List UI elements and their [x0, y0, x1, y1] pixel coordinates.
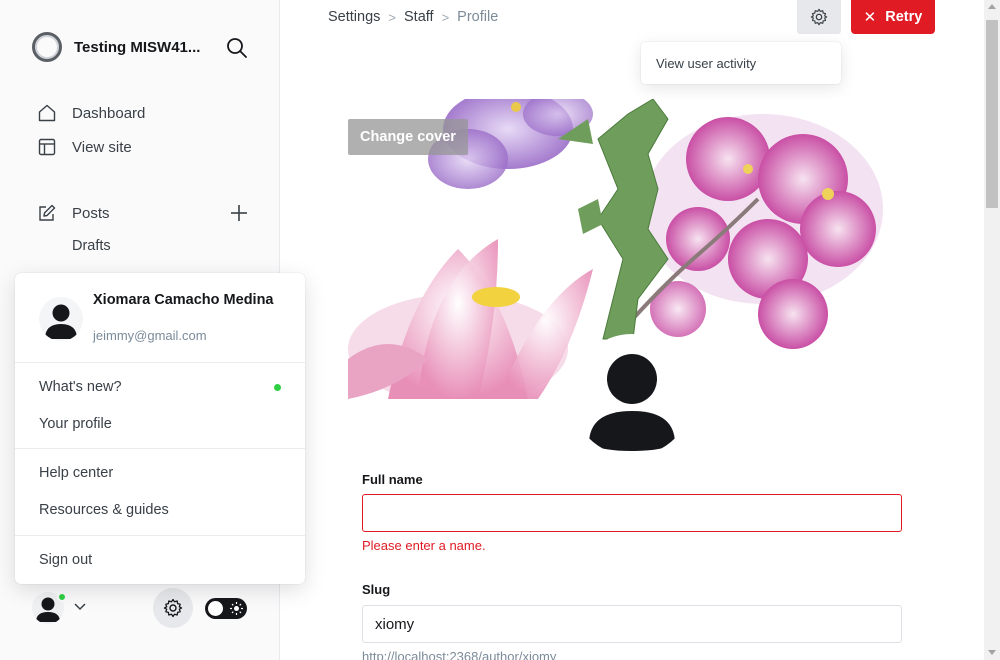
full-name-error: Please enter a name.	[362, 538, 486, 553]
sidebar-item-label: Posts	[72, 204, 110, 222]
sidebar-item-label: Dashboard	[72, 104, 146, 122]
user-menu-avatar	[39, 297, 83, 341]
retry-label: Retry	[885, 9, 923, 25]
scroll-up-arrow-icon[interactable]	[988, 4, 996, 9]
sidebar-item-dashboard[interactable]: Dashboard	[38, 104, 145, 122]
search-icon[interactable]	[226, 37, 248, 59]
slug-label: Slug	[362, 582, 391, 597]
divider	[15, 448, 305, 449]
retry-button[interactable]: ✕ Retry	[851, 0, 935, 34]
site-logo	[32, 32, 62, 62]
chevron-down-icon[interactable]	[73, 602, 87, 612]
menu-item-sign-out[interactable]: Sign out	[39, 552, 92, 568]
site-title: Testing MISW41...	[74, 38, 201, 56]
scrollbar-thumb[interactable]	[986, 20, 998, 208]
divider	[15, 362, 305, 363]
site-header[interactable]: Testing MISW41...	[32, 32, 200, 62]
full-name-label: Full name	[362, 472, 423, 487]
full-name-input[interactable]	[362, 494, 902, 532]
breadcrumb-separator-icon: >	[441, 9, 450, 25]
user-menu-name: Xiomara Camacho Medina	[93, 292, 274, 308]
menu-item-resources[interactable]: Resources & guides	[39, 502, 169, 518]
change-cover-button[interactable]: Change cover	[348, 119, 468, 155]
user-dropdown-menu: Xiomara Camacho Medina jeimmy@gmail.com …	[15, 273, 305, 584]
gear-icon	[163, 598, 183, 618]
slug-input[interactable]	[362, 605, 902, 643]
user-silhouette-icon	[589, 354, 675, 451]
online-status-dot	[57, 592, 67, 602]
slug-url-hint: http://localhost:2368/author/xiomy	[362, 649, 557, 660]
settings-button[interactable]	[153, 588, 193, 628]
sun-icon	[230, 602, 243, 615]
menu-item-help-center[interactable]: Help center	[39, 465, 113, 481]
new-post-plus-icon[interactable]	[229, 203, 249, 223]
menu-item-your-profile[interactable]: Your profile	[39, 416, 112, 432]
breadcrumb-separator-icon: >	[388, 9, 396, 25]
sidebar-item-view-site[interactable]: View site	[38, 138, 132, 156]
home-icon	[38, 104, 56, 122]
breadcrumb-staff[interactable]: Staff	[404, 9, 434, 25]
sidebar-item-posts[interactable]: Posts	[38, 204, 110, 222]
profile-picture[interactable]	[571, 334, 693, 456]
breadcrumb-profile: Profile	[457, 9, 499, 25]
toggle-knob	[208, 601, 223, 616]
divider	[15, 535, 305, 536]
user-menu-email: jeimmy@gmail.com	[93, 328, 207, 343]
gear-icon	[810, 8, 828, 26]
scroll-down-arrow-icon[interactable]	[988, 650, 996, 655]
app-root: Testing MISW41... Dashboard View site Po…	[0, 0, 1000, 660]
menu-item-whats-new[interactable]: What's new?	[39, 379, 122, 395]
layout-icon	[38, 138, 56, 156]
user-silhouette-icon	[45, 304, 77, 339]
sidebar-item-label: View site	[72, 138, 132, 156]
breadcrumb-settings[interactable]: Settings	[328, 9, 380, 25]
edit-icon	[39, 204, 56, 221]
menu-item-view-user-activity[interactable]: View user activity	[656, 56, 756, 71]
new-indicator-dot	[274, 384, 281, 391]
close-icon: ✕	[863, 9, 877, 26]
sidebar-item-drafts[interactable]: Drafts	[72, 238, 111, 254]
user-actions-dropdown: View user activity	[641, 42, 841, 84]
night-mode-toggle[interactable]	[205, 598, 247, 619]
breadcrumb: Settings > Staff > Profile	[328, 9, 498, 25]
user-actions-button[interactable]	[797, 0, 841, 34]
